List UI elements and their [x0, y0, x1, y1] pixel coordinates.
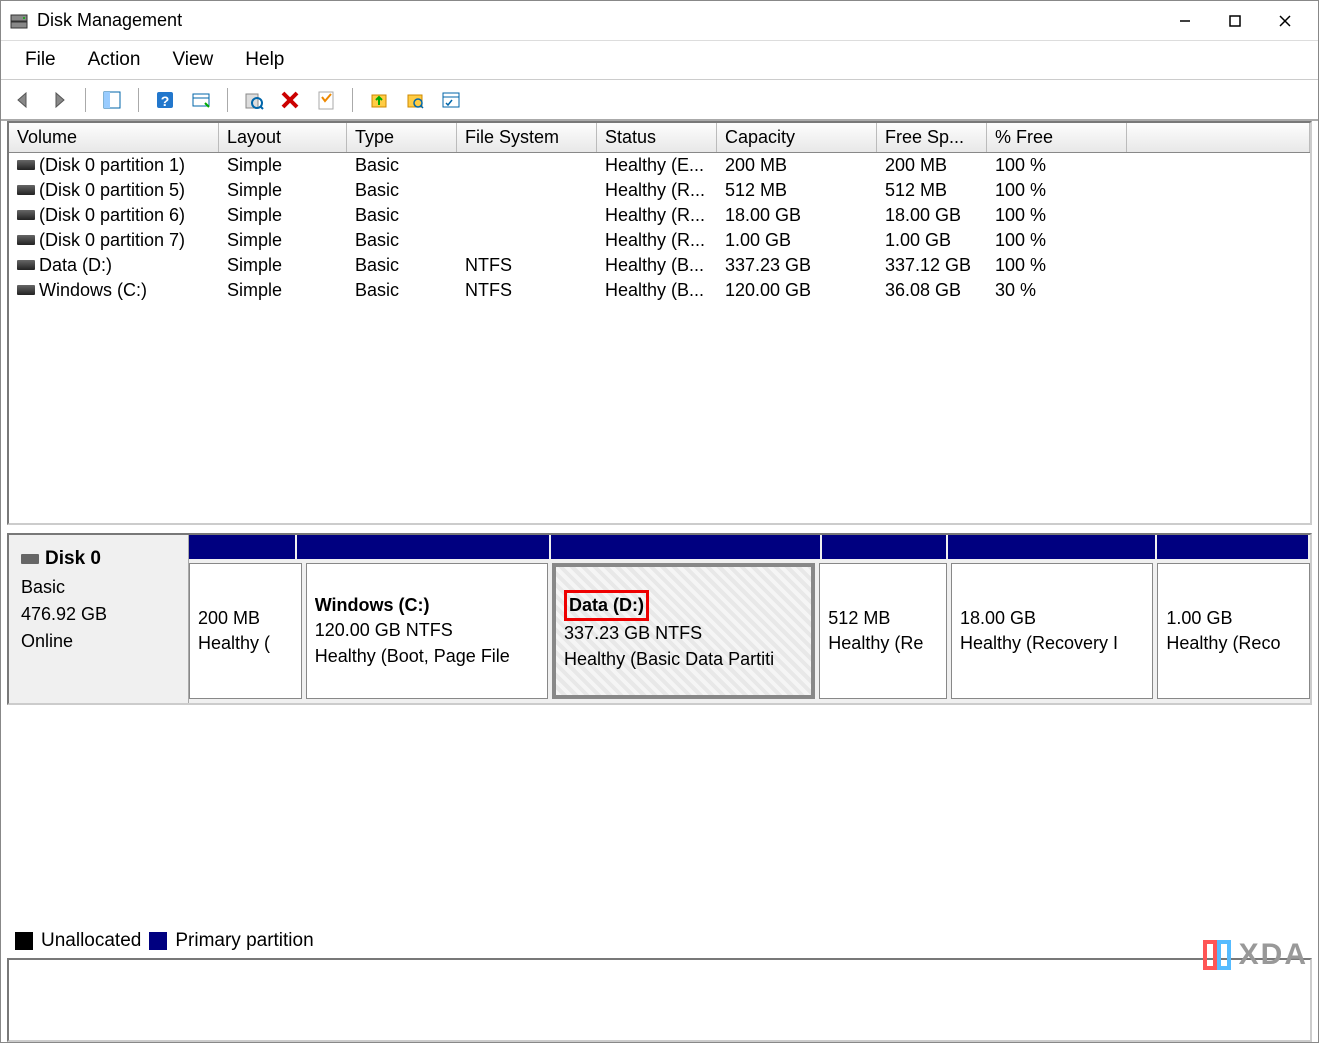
- column-header-pctfree[interactable]: % Free: [987, 123, 1127, 152]
- volume-row[interactable]: Windows (C:)SimpleBasicNTFSHealthy (B...…: [9, 278, 1310, 303]
- partition-box[interactable]: 18.00 GBHealthy (Recovery I: [951, 563, 1153, 699]
- disk-size: 476.92 GB: [21, 601, 176, 628]
- volume-row[interactable]: Data (D:)SimpleBasicNTFSHealthy (B...337…: [9, 253, 1310, 278]
- volume-icon: [17, 160, 35, 170]
- volume-list: Volume Layout Type File System Status Ca…: [7, 121, 1312, 525]
- volume-list-body: (Disk 0 partition 1)SimpleBasicHealthy (…: [9, 153, 1310, 523]
- properties-button[interactable]: [312, 86, 340, 114]
- column-header-capacity[interactable]: Capacity: [717, 123, 877, 152]
- app-icon: [9, 11, 29, 31]
- column-header-blank[interactable]: [1127, 123, 1310, 152]
- menu-help[interactable]: Help: [229, 45, 300, 75]
- window-controls: [1160, 1, 1310, 41]
- partition-box[interactable]: Windows (C:)120.00 GB NTFSHealthy (Boot,…: [306, 563, 548, 699]
- menu-action[interactable]: Action: [72, 45, 157, 75]
- partition-box[interactable]: 512 MBHealthy (Re: [819, 563, 947, 699]
- action2-button[interactable]: [401, 86, 429, 114]
- partition-strip-container: 200 MBHealthy (Windows (C:)120.00 GB NTF…: [189, 535, 1310, 703]
- partition-box[interactable]: 1.00 GBHealthy (Reco: [1157, 563, 1310, 699]
- disk-graphical-view: Disk 0 Basic 476.92 GB Online 200 MBHeal…: [7, 533, 1312, 705]
- column-header-layout[interactable]: Layout: [219, 123, 347, 152]
- partition-box[interactable]: 200 MBHealthy (: [189, 563, 302, 699]
- settings-button[interactable]: [187, 86, 215, 114]
- svg-text:?: ?: [161, 93, 170, 109]
- partition-row: 200 MBHealthy (Windows (C:)120.00 GB NTF…: [189, 559, 1310, 703]
- column-header-status[interactable]: Status: [597, 123, 717, 152]
- menu-file[interactable]: File: [9, 45, 72, 75]
- volume-icon: [17, 210, 35, 220]
- disk-state: Online: [21, 628, 176, 655]
- bottom-panel: [7, 958, 1312, 1042]
- menu-view[interactable]: View: [156, 45, 229, 75]
- legend-swatch-primary: [149, 932, 167, 950]
- window-title: Disk Management: [37, 10, 1160, 31]
- column-header-volume[interactable]: Volume: [9, 123, 219, 152]
- volume-icon: [17, 185, 35, 195]
- toolbar-separator: [227, 88, 228, 112]
- legend-swatch-unallocated: [15, 932, 33, 950]
- column-header-filesystem[interactable]: File System: [457, 123, 597, 152]
- highlight-annotation: Data (D:): [564, 590, 649, 621]
- volume-icon: [17, 260, 35, 270]
- partition-color-strip: [189, 535, 1310, 559]
- back-button[interactable]: [9, 86, 37, 114]
- legend-label-primary: Primary partition: [175, 930, 313, 952]
- volume-row[interactable]: (Disk 0 partition 5)SimpleBasicHealthy (…: [9, 178, 1310, 203]
- toolbar: ?: [1, 79, 1318, 121]
- volume-icon: [17, 235, 35, 245]
- volume-icon: [17, 285, 35, 295]
- toolbar-separator: [352, 88, 353, 112]
- delete-button[interactable]: [276, 86, 304, 114]
- forward-button[interactable]: [45, 86, 73, 114]
- toolbar-separator: [85, 88, 86, 112]
- volume-row[interactable]: (Disk 0 partition 7)SimpleBasicHealthy (…: [9, 228, 1310, 253]
- menubar: File Action View Help: [1, 41, 1318, 79]
- watermark: XDA: [1201, 938, 1308, 972]
- titlebar: Disk Management: [1, 1, 1318, 41]
- volume-row[interactable]: (Disk 0 partition 6)SimpleBasicHealthy (…: [9, 203, 1310, 228]
- partition-box[interactable]: Data (D:)337.23 GB NTFSHealthy (Basic Da…: [552, 563, 815, 699]
- minimize-button[interactable]: [1160, 1, 1210, 41]
- watermark-text: XDA: [1239, 938, 1308, 972]
- toolbar-separator: [138, 88, 139, 112]
- volume-row[interactable]: (Disk 0 partition 1)SimpleBasicHealthy (…: [9, 153, 1310, 178]
- volume-list-header: Volume Layout Type File System Status Ca…: [9, 123, 1310, 153]
- action3-button[interactable]: [437, 86, 465, 114]
- show-hide-console-button[interactable]: [98, 86, 126, 114]
- column-header-type[interactable]: Type: [347, 123, 457, 152]
- disk-type: Basic: [21, 574, 176, 601]
- close-button[interactable]: [1260, 1, 1310, 41]
- column-header-freespace[interactable]: Free Sp...: [877, 123, 987, 152]
- disk-icon: [21, 546, 39, 573]
- refresh-button[interactable]: [240, 86, 268, 114]
- disk-name: Disk 0: [45, 545, 101, 574]
- maximize-button[interactable]: [1210, 1, 1260, 41]
- legend: Unallocated Primary partition: [15, 930, 314, 952]
- help-button[interactable]: ?: [151, 86, 179, 114]
- legend-label-unallocated: Unallocated: [41, 930, 141, 952]
- disk-info[interactable]: Disk 0 Basic 476.92 GB Online: [9, 535, 189, 703]
- action1-button[interactable]: [365, 86, 393, 114]
